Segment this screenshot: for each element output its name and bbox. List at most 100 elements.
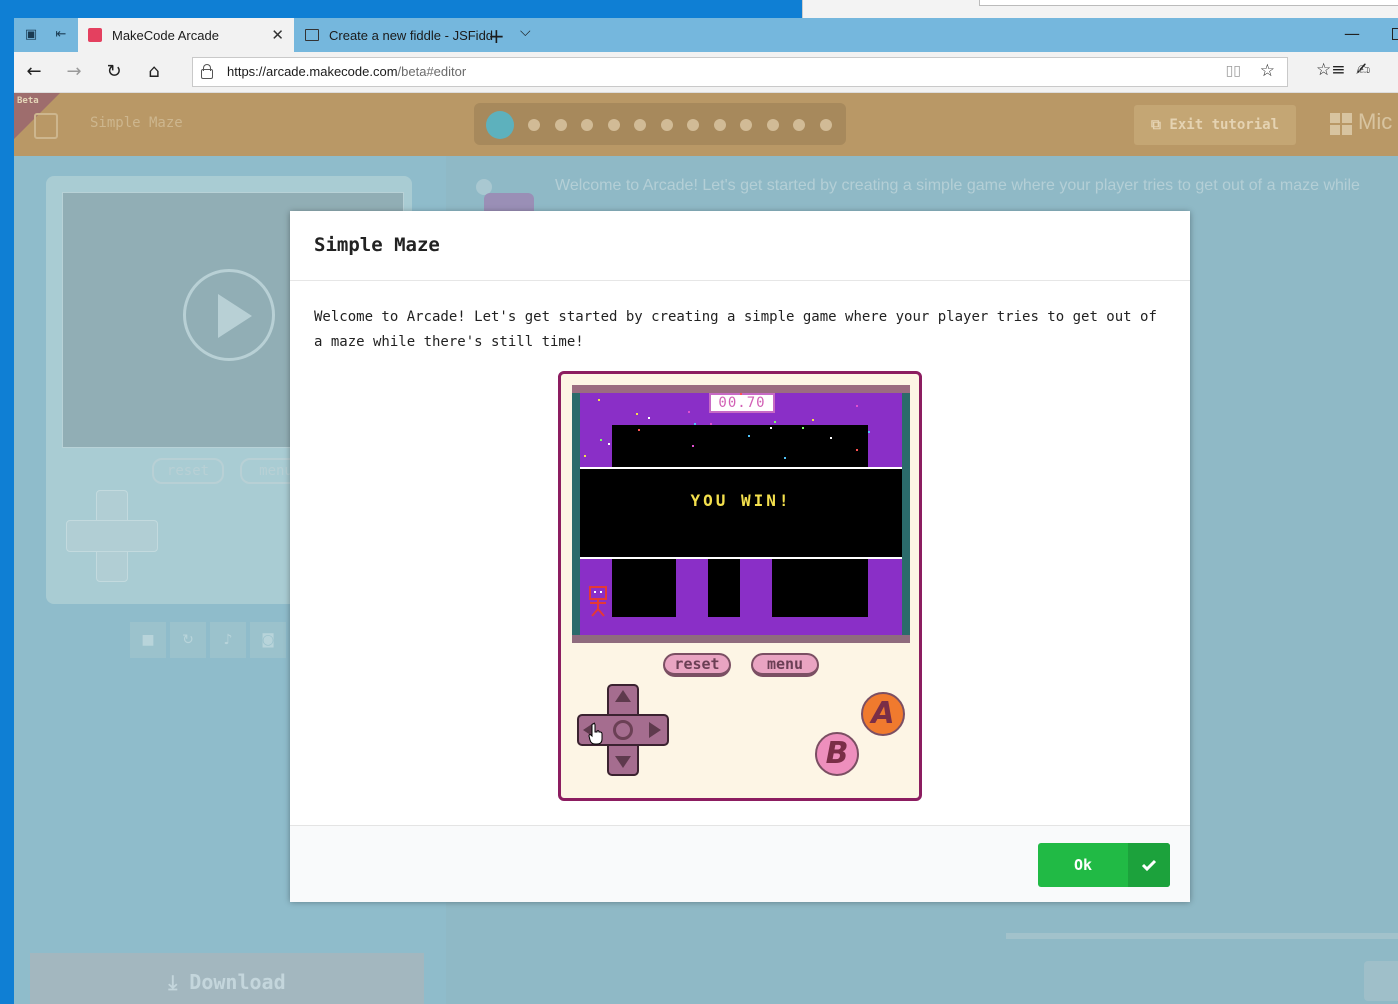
url-path: /beta#editor	[397, 64, 467, 79]
tutorial-step-dot[interactable]	[819, 119, 832, 131]
new-tab-icon[interactable]: +	[488, 24, 505, 48]
modal-footer: Ok	[290, 825, 1190, 902]
player-sprite-icon	[589, 586, 607, 617]
page-favicon-icon	[305, 29, 319, 41]
confetti-particle	[688, 411, 690, 413]
screenshot-icon[interactable]: ◙	[250, 622, 286, 658]
confetti-particle	[812, 419, 814, 421]
forward-arrow-icon[interactable]: →	[62, 61, 86, 82]
tab-makecode-arcade[interactable]: MakeCode Arcade ✕	[78, 18, 294, 52]
maximize-icon[interactable]	[1392, 28, 1398, 40]
tutorial-instruction: Welcome to Arcade! Let's get started by …	[555, 177, 1360, 194]
tab-bar: ▣ ⇤ MakeCode Arcade ✕ Create a new fiddl…	[14, 18, 1398, 52]
project-title: Simple Maze	[90, 115, 183, 131]
tutorial-step-dot[interactable]	[687, 119, 699, 131]
beta-label: Beta	[17, 96, 39, 106]
tutorial-step-dot[interactable]	[607, 119, 620, 131]
confetti-particle	[600, 439, 602, 441]
confetti-particle	[694, 423, 696, 425]
close-tab-icon[interactable]: ✕	[271, 26, 284, 44]
dpad-up-icon[interactable]	[615, 690, 631, 702]
confetti-particle	[598, 399, 600, 401]
confetti-particle	[770, 427, 772, 429]
tutorial-step-dot[interactable]	[660, 119, 673, 131]
play-icon[interactable]	[183, 269, 275, 361]
ok-label: Ok	[1073, 856, 1093, 874]
makecode-logo-icon[interactable]	[34, 113, 58, 139]
a-button[interactable]: A	[861, 692, 905, 736]
dpad-down-icon[interactable]	[615, 756, 631, 768]
modal-header: Simple Maze	[290, 211, 1190, 281]
pen-notes-icon[interactable]: ✍	[1356, 60, 1370, 80]
confetti-particle	[584, 455, 586, 457]
makecode-favicon-icon	[88, 28, 102, 42]
tutorial-step-dot[interactable]	[766, 119, 779, 131]
tutorial-step-dot[interactable]	[740, 119, 752, 131]
tabs-aside-icon[interactable]: ▣	[22, 26, 40, 44]
confetti-particle	[748, 435, 750, 437]
tutorial-step-dot[interactable]	[634, 119, 646, 131]
home-icon[interactable]: ⌂	[142, 61, 166, 82]
b-button[interactable]: B	[815, 732, 859, 776]
confetti-particle	[638, 429, 640, 431]
exit-tutorial-label: Exit tutorial	[1169, 117, 1279, 133]
dpad-right-icon[interactable]	[649, 722, 661, 738]
countdown-timer: 00.70	[709, 393, 775, 413]
confetti-particle	[774, 421, 776, 423]
stop-icon[interactable]: ■	[130, 622, 166, 658]
reading-view-icon[interactable]: ▯▯	[1226, 63, 1241, 79]
refresh-icon[interactable]: ↻	[102, 61, 126, 82]
confetti-particle	[608, 443, 610, 445]
set-aside-tabs-icon[interactable]: ⇤	[52, 26, 70, 44]
checkmark-icon	[1128, 843, 1170, 887]
background-window-strip	[802, 0, 1398, 18]
confetti-particle	[868, 431, 870, 433]
confetti-particle	[784, 457, 786, 459]
win-message: YOU WIN!	[690, 491, 792, 510]
favorites-hub-icon[interactable]: ☆≡	[1316, 60, 1345, 80]
confetti-particle	[830, 437, 832, 439]
modal-body-text: Welcome to Arcade! Let's get started by …	[314, 309, 1157, 350]
tab-title: Create a new fiddle - JSFidd	[329, 27, 494, 43]
confetti-particle	[648, 417, 650, 419]
zoom-out-button[interactable]	[1364, 961, 1398, 1001]
tutorial-step-dot[interactable]	[554, 119, 567, 131]
hand-cursor-icon	[588, 723, 603, 745]
sim-reset-button[interactable]: reset	[152, 458, 224, 484]
game-reset-button[interactable]: reset	[663, 653, 731, 677]
scrollbar[interactable]	[1006, 933, 1398, 939]
tutorial-step-dot[interactable]	[713, 119, 726, 131]
minimize-icon[interactable]: —	[1344, 24, 1360, 43]
exit-tutorial-button[interactable]: ⧉ Exit tutorial	[1134, 105, 1296, 145]
tab-title: MakeCode Arcade	[112, 27, 219, 43]
download-button[interactable]: ⤓ Download	[30, 953, 424, 1004]
tutorial-step-dot[interactable]	[581, 119, 593, 131]
back-arrow-icon[interactable]: ←	[22, 61, 46, 82]
favorite-star-icon[interactable]: ☆	[1260, 61, 1275, 81]
makecode-header: Beta Simple Maze ⧉ Exit tutorial Mic	[14, 93, 1398, 156]
chevron-down-icon[interactable]: ⌵	[520, 24, 531, 40]
confetti-particle	[710, 423, 712, 425]
mute-icon[interactable]: ♪	[210, 622, 246, 658]
game-screen: YOU WIN! 00.70	[580, 393, 902, 635]
modal-title: Simple Maze	[314, 234, 440, 256]
win-banner: YOU WIN!	[580, 467, 902, 559]
ok-button[interactable]: Ok	[1038, 843, 1170, 887]
confetti-particle	[692, 445, 694, 447]
lock-icon	[201, 64, 213, 79]
confetti-particle	[856, 405, 858, 407]
address-toolbar: ← → ↻ ⌂ https://arcade.makecode.com/beta…	[14, 52, 1398, 93]
tutorial-step-dot[interactable]	[486, 111, 514, 139]
simulator-toolbar: ■ ↻ ♪ ◙	[130, 622, 286, 658]
url-input[interactable]: https://arcade.makecode.com/beta#editor …	[192, 57, 1288, 87]
tab-jsfiddle[interactable]: Create a new fiddle - JSFidd	[295, 18, 495, 52]
confetti-particle	[636, 413, 638, 415]
restart-icon[interactable]: ↻	[170, 622, 206, 658]
game-menu-button[interactable]: menu	[751, 653, 819, 677]
url-host: https://arcade.makecode.com	[227, 64, 398, 79]
sim-dpad[interactable]	[66, 520, 158, 552]
confetti-particle	[856, 449, 858, 451]
tutorial-step-dot[interactable]	[793, 119, 805, 131]
device-bezel: YOU WIN! 00.70	[572, 385, 910, 643]
tutorial-step-dot[interactable]	[528, 119, 540, 131]
